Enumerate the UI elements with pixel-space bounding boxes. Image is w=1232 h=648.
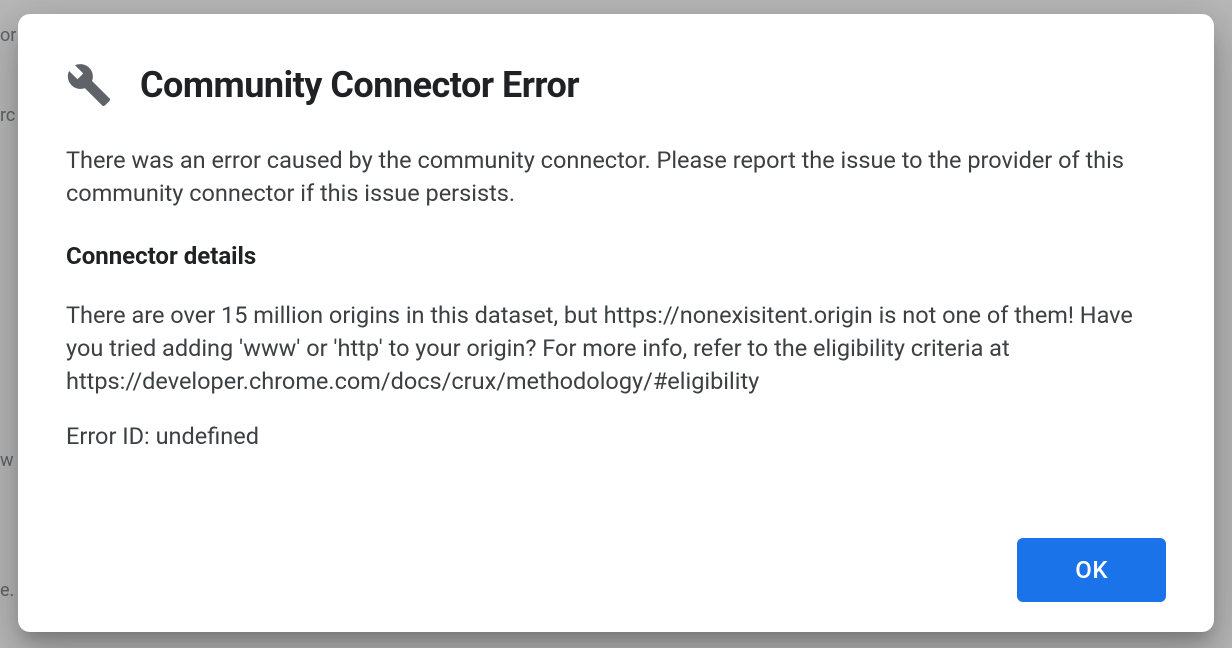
- dialog-footer: OK: [66, 538, 1166, 602]
- dialog-header: Community Connector Error: [66, 62, 1166, 108]
- background-fragment: or: [0, 25, 16, 46]
- background-fragment: rc: [0, 105, 15, 126]
- background-fragment: w: [0, 450, 14, 471]
- details-text: There are over 15 million origins in thi…: [66, 299, 1166, 398]
- ok-button[interactable]: OK: [1017, 538, 1166, 602]
- details-heading: Connector details: [66, 240, 1166, 274]
- error-id: Error ID: undefined: [66, 420, 1166, 453]
- wrench-icon: [66, 62, 112, 108]
- dialog-body: There was an error caused by the communi…: [66, 144, 1166, 538]
- intro-text: There was an error caused by the communi…: [66, 144, 1166, 210]
- error-dialog: Community Connector Error There was an e…: [18, 14, 1214, 632]
- background-fragment: e.: [0, 580, 14, 601]
- dialog-title: Community Connector Error: [140, 64, 579, 106]
